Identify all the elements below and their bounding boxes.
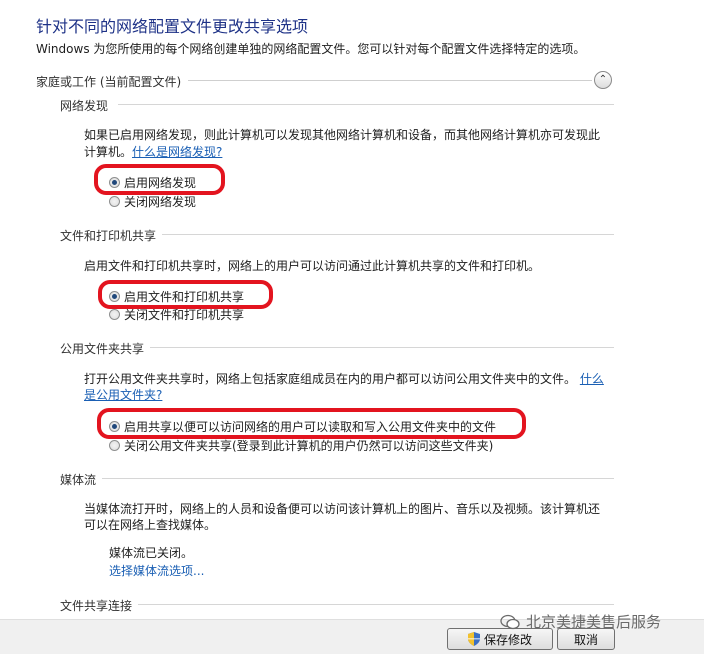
section-divider	[150, 347, 614, 348]
media-stream-options-link[interactable]: 选择媒体流选项...	[109, 563, 204, 580]
page-subtitle: Windows 为您所使用的每个网络创建单独的网络配置文件。您可以针对每个配置文…	[36, 42, 586, 56]
highlight-annotation	[94, 164, 225, 195]
section-title-network-discovery: 网络发现	[60, 99, 109, 113]
what-is-public-folder-link-part1[interactable]: 什么	[580, 372, 604, 386]
profile-divider	[188, 80, 592, 81]
watermark: 北京美捷美售后服务	[500, 611, 661, 632]
section-title-file-sharing-connections: 文件共享连接	[60, 599, 133, 613]
highlight-annotation	[98, 280, 273, 309]
profile-header-label: 家庭或工作 (当前配置文件)	[36, 75, 182, 89]
radio-unselected-icon[interactable]	[109, 440, 120, 451]
section-title-public-folder-sharing: 公用文件夹共享	[60, 342, 145, 356]
page-title: 针对不同的网络配置文件更改共享选项	[36, 17, 309, 36]
network-discovery-desc-line2: 计算机。什么是网络发现?	[84, 145, 223, 159]
public-folder-desc-line2: 是公用文件夹?	[84, 387, 162, 404]
section-title-media-streaming: 媒体流	[60, 473, 97, 487]
what-is-public-folder-link-part2[interactable]: 是公用文件夹?	[84, 388, 162, 402]
radio-unselected-icon[interactable]	[109, 309, 120, 320]
file-printer-desc: 启用文件和打印机共享时，网络上的用户可以访问通过此计算机共享的文件和打印机。	[84, 259, 541, 273]
collapse-chevron-up-icon[interactable]: ⌃	[594, 71, 612, 89]
wechat-icon	[500, 614, 520, 629]
save-button-label: 保存修改	[483, 632, 532, 647]
network-discovery-desc-line1: 如果已启用网络发现，则此计算机可以发现其他网络计算机和设备，而其他网络计算机亦可…	[84, 128, 601, 142]
highlight-annotation	[97, 408, 526, 439]
section-divider	[138, 604, 614, 605]
option-label: 关闭公用文件夹共享(登录到此计算机的用户仍然可以访问这些文件夹)	[124, 439, 494, 453]
media-stream-desc-line1: 当媒体流打开时，网络上的人员和设备便可以访问该计算机上的图片、音乐以及视频。该计…	[84, 502, 601, 516]
section-divider	[118, 104, 614, 105]
media-stream-status: 媒体流已关闭。	[109, 546, 194, 560]
section-divider	[162, 234, 614, 235]
media-stream-desc-line2: 可以在网络上查找媒体。	[84, 518, 217, 532]
option-label: 关闭网络发现	[124, 195, 197, 209]
public-folder-desc-line1: 打开公用文件夹共享时，网络上包括家庭组成员在内的用户都可以访问公用文件夹中的文件…	[84, 372, 604, 386]
section-divider	[102, 478, 614, 479]
radio-unselected-icon[interactable]	[109, 196, 120, 207]
uac-shield-icon	[467, 632, 480, 646]
watermark-text: 北京美捷美售后服务	[526, 613, 662, 631]
network-discovery-off-option[interactable]: 关闭网络发现	[109, 193, 196, 210]
section-title-file-printer-sharing: 文件和打印机共享	[60, 229, 157, 243]
public-folder-off-option[interactable]: 关闭公用文件夹共享(登录到此计算机的用户仍然可以访问这些文件夹)	[109, 437, 493, 454]
what-is-network-discovery-link[interactable]: 什么是网络发现?	[132, 145, 222, 159]
